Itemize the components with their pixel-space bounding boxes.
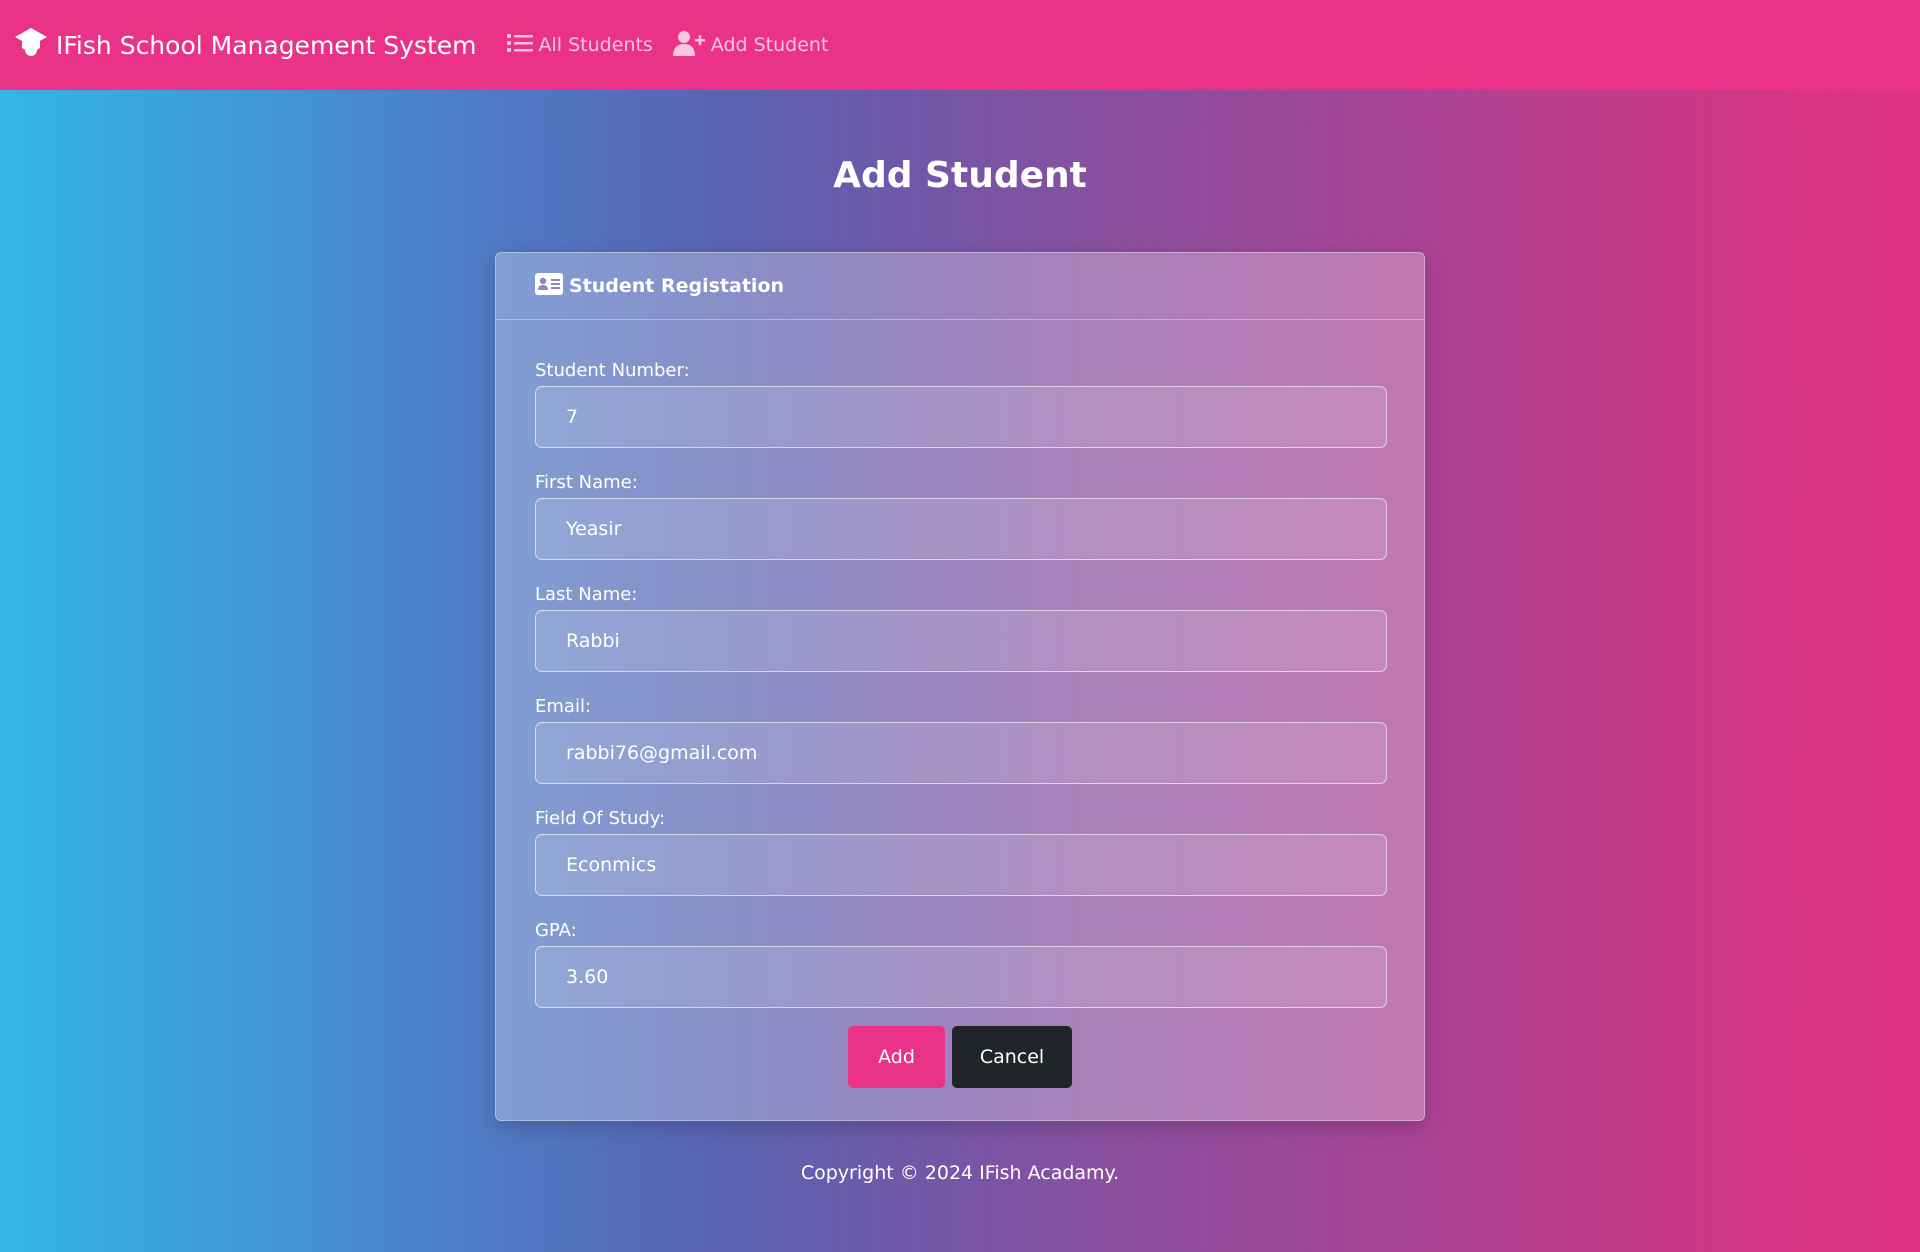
email-input[interactable]: [535, 722, 1387, 784]
add-button[interactable]: Add: [848, 1026, 945, 1088]
field-field-of-study: Field Of Study:: [535, 806, 1387, 896]
footer-copyright: Copyright © 2024 IFish Acadamy.: [800, 1162, 1120, 1184]
field-student-number: Student Number:: [535, 358, 1387, 448]
nav-link-label: Add Student: [710, 34, 829, 56]
field-of-study-input[interactable]: [535, 834, 1387, 896]
user-plus-icon: [672, 30, 711, 61]
graduation-cap-icon: [14, 26, 56, 64]
brand-link[interactable]: IFish School Management System: [14, 26, 477, 64]
field-of-study-label: Field Of Study:: [535, 808, 666, 829]
page-title: Add Student: [833, 155, 1087, 196]
first-name-input[interactable]: [535, 498, 1387, 560]
card-title: Student Registation: [569, 275, 785, 297]
gpa-input[interactable]: [535, 946, 1387, 1008]
list-icon: [506, 32, 539, 59]
last-name-label: Last Name:: [535, 584, 638, 605]
field-last-name: Last Name:: [535, 582, 1387, 672]
field-email: Email:: [535, 694, 1387, 784]
gpa-label: GPA:: [535, 920, 577, 941]
field-gpa: GPA:: [535, 918, 1387, 1008]
registration-card: Student Registation Student Number: Firs…: [495, 252, 1425, 1121]
first-name-label: First Name:: [535, 472, 638, 493]
brand-title: IFish School Management System: [56, 30, 477, 60]
card-header: Student Registation: [496, 253, 1424, 320]
student-number-input[interactable]: [535, 386, 1387, 448]
last-name-input[interactable]: [535, 610, 1387, 672]
form-actions: Add Cancel: [535, 1026, 1385, 1088]
email-label: Email:: [535, 696, 592, 717]
navbar: IFish School Management System All Stude…: [0, 0, 1920, 90]
nav-link-add-student[interactable]: Add Student: [672, 30, 829, 61]
id-card-icon: [535, 272, 569, 300]
nav-link-all-students[interactable]: All Students: [506, 32, 653, 59]
field-first-name: First Name:: [535, 470, 1387, 560]
nav-link-label: All Students: [538, 34, 653, 56]
student-number-label: Student Number:: [535, 360, 690, 381]
cancel-button[interactable]: Cancel: [952, 1026, 1072, 1088]
